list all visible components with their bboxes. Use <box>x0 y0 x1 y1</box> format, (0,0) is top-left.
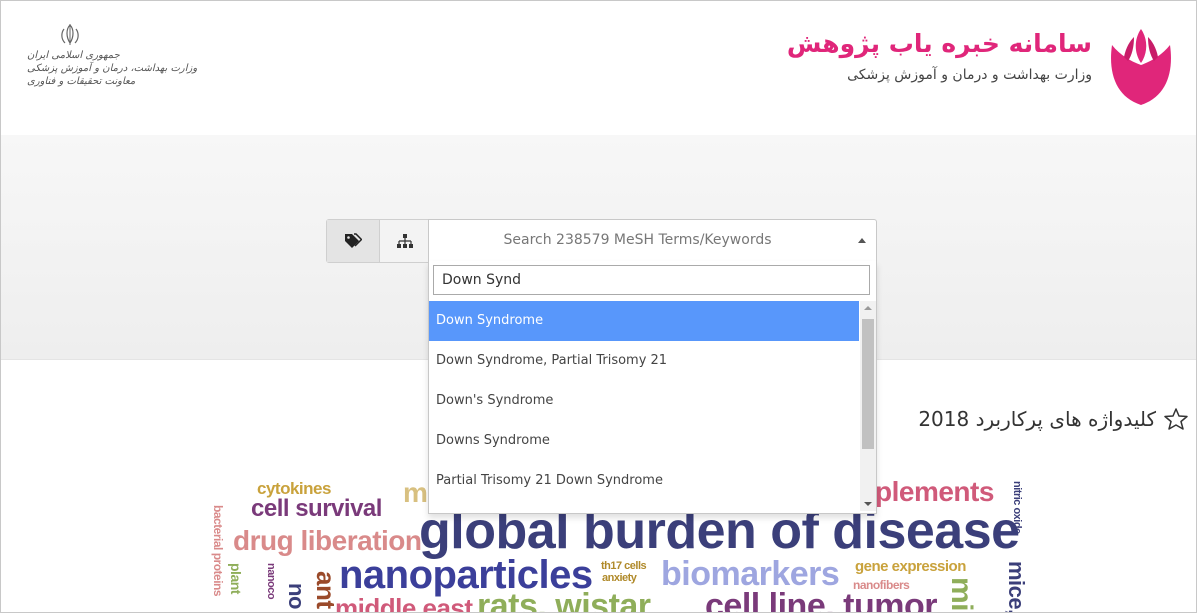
mesh-term-select[interactable]: Search 238579 MeSH Terms/Keywords <box>428 219 877 263</box>
scroll-up-icon[interactable] <box>864 306 872 310</box>
keywords-heading-text: کلیدواژه های پرکاربرد 2018 <box>918 407 1156 431</box>
page: سامانه خبره یاب پژوهش وزارت بهداشت و درم… <box>0 0 1197 613</box>
cloud-word[interactable]: bacterial proteins <box>211 505 225 596</box>
dropdown-search-input[interactable] <box>433 265 870 295</box>
tree-mode-button[interactable] <box>380 220 432 262</box>
brand-subtitle: وزارت بهداشت و درمان و آموزش پزشکی <box>847 67 1092 83</box>
cloud-word[interactable]: mice, <box>1004 561 1029 612</box>
cloud-word[interactable]: middle east <box>335 595 473 612</box>
result-item[interactable]: Down Syndrome, Partial Trisomy 21 <box>429 341 859 381</box>
select-placeholder: Search 238579 MeSH Terms/Keywords <box>503 232 772 248</box>
cloud-word[interactable]: rats, wistar <box>477 589 651 612</box>
brand-title: سامانه خبره یاب پژوهش <box>786 29 1092 58</box>
cloud-word[interactable]: th17 cells <box>601 561 647 572</box>
cloud-word[interactable]: plements <box>875 478 994 506</box>
emblem-line-1: جمهوری اسلامی ایران <box>27 50 120 61</box>
sitemap-icon <box>397 234 414 248</box>
tags-icon <box>344 233 362 248</box>
search-mode-toggle <box>326 219 432 263</box>
cloud-word[interactable]: drug liberation <box>233 527 422 555</box>
cloud-word[interactable]: m <box>403 479 428 507</box>
cloud-word[interactable]: cell line, tumor <box>705 589 937 612</box>
dropdown-scrollbar[interactable] <box>860 301 876 511</box>
select-dropdown: Down Syndrome Down Syndrome, Partial Tri… <box>428 261 877 514</box>
emblem-icon <box>61 24 79 45</box>
cloud-word[interactable]: anxiety <box>602 573 637 584</box>
cloud-word[interactable]: cell survival <box>251 497 382 521</box>
result-item[interactable]: Partial Trisomy 21 Down Syndrome <box>429 461 859 501</box>
caret-up-icon[interactable] <box>858 238 866 243</box>
cloud-word[interactable]: ant <box>311 571 341 609</box>
cloud-word[interactable]: gene expression <box>855 559 966 574</box>
cloud-word[interactable]: nanoco <box>265 563 277 599</box>
cloud-word[interactable]: biomarkers <box>661 557 840 591</box>
star-outline-icon <box>1164 408 1188 430</box>
cloud-word[interactable]: mi <box>945 577 978 611</box>
header: سامانه خبره یاب پژوهش وزارت بهداشت و درم… <box>1 1 1196 135</box>
cloud-word[interactable]: nitric oxide <box>1011 481 1023 534</box>
ministry-emblem: جمهوری اسلامی ایران وزارت بهداشت، درمان … <box>27 23 198 123</box>
emblem-line-2: وزارت بهداشت، درمان و آموزش پزشکی <box>27 63 198 74</box>
emblem-line-3: معاونت تحقیقات و فناوری <box>27 76 136 87</box>
cloud-word[interactable]: no <box>284 583 309 609</box>
result-item[interactable]: Downs Syndrome <box>429 421 859 461</box>
results-list: Down Syndrome Down Syndrome, Partial Tri… <box>429 301 859 501</box>
cloud-word[interactable]: plant <box>228 563 244 594</box>
keywords-heading: کلیدواژه های پرکاربرد 2018 <box>918 407 1188 431</box>
keyword-mode-button[interactable] <box>327 220 380 262</box>
tulip-logo-icon <box>1111 29 1171 105</box>
result-item[interactable]: Down Syndrome <box>429 301 859 341</box>
scrollbar-thumb[interactable] <box>862 319 874 449</box>
brand[interactable]: سامانه خبره یاب پژوهش وزارت بهداشت و درم… <box>787 25 1196 105</box>
scroll-down-icon[interactable] <box>864 502 872 506</box>
result-item[interactable]: Down's Syndrome <box>429 381 859 421</box>
